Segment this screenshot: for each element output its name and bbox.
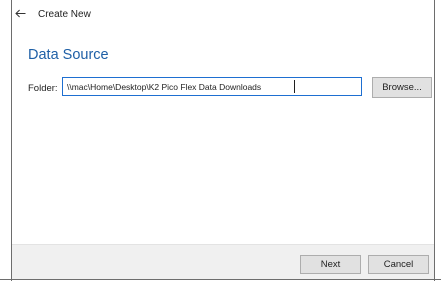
next-button[interactable]: Next — [300, 255, 361, 274]
create-new-dialog: Create New Data Source Folder: Browse...… — [12, 0, 434, 279]
bottom-border-line — [0, 279, 441, 280]
dialog-footer: Next Cancel — [12, 244, 434, 279]
text-caret — [294, 80, 295, 93]
browse-button[interactable]: Browse... — [372, 77, 432, 98]
page: Create New Data Source Folder: Browse...… — [0, 0, 441, 281]
cancel-button[interactable]: Cancel — [368, 255, 429, 274]
back-button[interactable] — [12, 5, 28, 21]
folder-path-input[interactable] — [62, 77, 362, 96]
right-border-line — [434, 0, 435, 281]
section-heading: Data Source — [28, 47, 109, 63]
dialog-title: Create New — [38, 9, 91, 20]
arrow-left-icon — [14, 9, 25, 17]
folder-label: Folder: — [28, 83, 58, 94]
titlebar: Create New — [12, 0, 434, 30]
